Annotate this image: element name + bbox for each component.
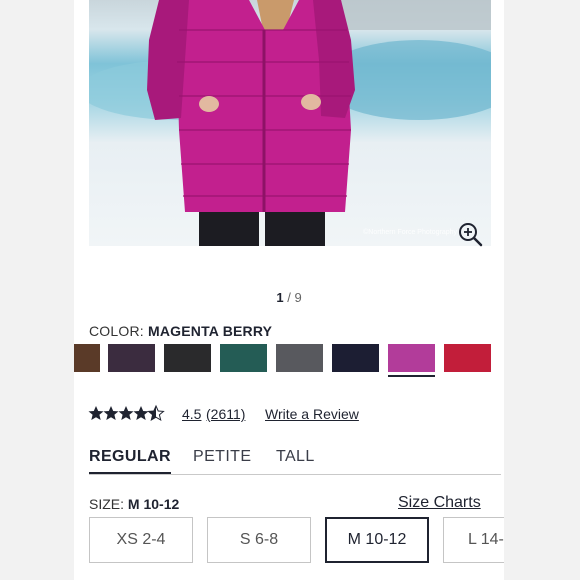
swatch-aubergine[interactable] <box>108 344 155 372</box>
color-swatches <box>74 344 504 377</box>
size-label-prefix: SIZE: <box>89 496 125 512</box>
swatch-black[interactable] <box>164 344 211 372</box>
size-charts-link[interactable]: Size Charts <box>398 494 481 512</box>
photo-watermark: ©Northern Force Photography <box>363 229 457 236</box>
current-page: 1 <box>276 290 284 305</box>
selected-size: M 10-12 <box>127 496 180 512</box>
page-separator: / <box>287 290 291 305</box>
size-label: SIZE: M 10-12 <box>89 496 179 512</box>
rating-value-link[interactable]: 4.5 <box>182 406 201 422</box>
size-option-m[interactable]: M 10-12 <box>325 517 429 563</box>
write-review-link[interactable]: Write a Review <box>265 406 359 422</box>
size-option-s[interactable]: S 6-8 <box>207 517 311 563</box>
color-label: COLOR: MAGENTA BERRY <box>89 323 272 339</box>
model-jacket-illustration <box>147 0 355 246</box>
image-pagination: 1 / 9 <box>74 290 504 305</box>
swatch-red[interactable] <box>444 344 491 372</box>
product-photo[interactable]: ©Northern Force Photography <box>89 0 491 246</box>
product-page: ©Northern Force Photography 1 / 9 COLOR:… <box>74 0 504 580</box>
star-rating-icon <box>88 405 164 421</box>
swatch-teal[interactable] <box>220 344 267 372</box>
tab-regular[interactable]: REGULAR <box>89 448 171 474</box>
tab-tall[interactable]: TALL <box>276 448 315 472</box>
swatch-gray[interactable] <box>276 344 323 372</box>
rating-row: 4.5 (2611) Write a Review <box>88 404 504 424</box>
zoom-icon[interactable] <box>458 222 484 248</box>
color-label-prefix: COLOR: <box>89 323 144 339</box>
swatch-brown[interactable] <box>74 344 100 372</box>
review-count-link[interactable]: (2611) <box>206 406 245 422</box>
swatch-navy[interactable] <box>332 344 379 372</box>
tab-petite[interactable]: PETITE <box>193 448 251 472</box>
swatch-magenta-berry[interactable] <box>388 344 435 377</box>
fit-tabs: REGULAR PETITE TALL <box>89 448 501 475</box>
selected-color-name: MAGENTA BERRY <box>147 323 273 339</box>
total-pages: 9 <box>294 290 302 305</box>
size-option-l[interactable]: L 14- <box>443 517 504 563</box>
size-option-xs[interactable]: XS 2-4 <box>89 517 193 563</box>
